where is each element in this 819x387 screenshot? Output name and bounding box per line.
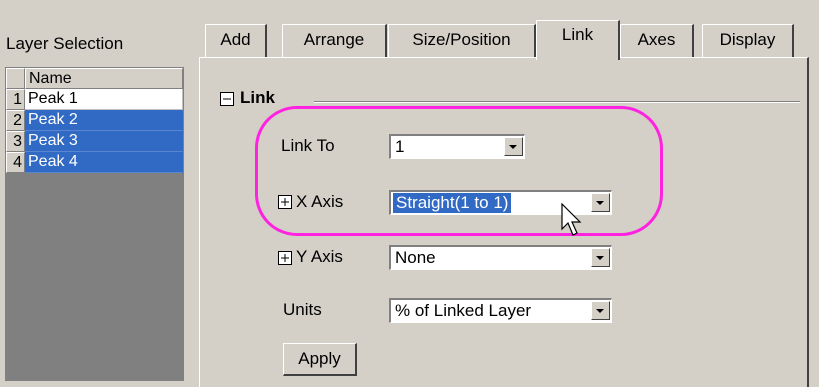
row-index[interactable]: 4	[6, 152, 25, 173]
row-index[interactable]: 3	[6, 131, 25, 152]
tab-link[interactable]: Link	[536, 20, 620, 60]
layer-selection-title: Layer Selection	[6, 34, 124, 53]
units-label: Units	[283, 300, 322, 319]
name-column-header[interactable]: Name	[25, 68, 183, 89]
units-dropdown[interactable]: % of Linked Layer	[389, 298, 612, 323]
table-row[interactable]: 1 Peak 1	[6, 89, 183, 110]
tab-add[interactable]: Add	[205, 24, 267, 58]
y-axis-dropdown[interactable]: None	[389, 245, 612, 270]
chevron-down-icon[interactable]	[591, 193, 610, 212]
y-axis-label: Y Axis	[296, 247, 343, 266]
layer-name-cell[interactable]: Peak 4	[25, 152, 183, 173]
tab-display[interactable]: Display	[702, 24, 794, 58]
row-index[interactable]: 1	[6, 89, 25, 110]
link-to-label: Link To	[281, 136, 335, 155]
link-to-value: 1	[395, 137, 405, 156]
expand-icon[interactable]	[278, 251, 292, 265]
table-row[interactable]: 2 Peak 2	[6, 110, 183, 131]
expand-icon[interactable]	[278, 195, 292, 209]
link-to-dropdown[interactable]: 1	[389, 134, 525, 159]
tab-axes[interactable]: Axes	[620, 24, 694, 58]
section-divider	[314, 101, 800, 103]
apply-button[interactable]: Apply	[283, 343, 357, 376]
table-row[interactable]: 4 Peak 4	[6, 152, 183, 173]
layer-name-cell[interactable]: Peak 3	[25, 131, 183, 152]
collapse-icon[interactable]	[220, 92, 234, 106]
table-row[interactable]: 3 Peak 3	[6, 131, 183, 152]
row-index[interactable]: 2	[6, 110, 25, 131]
chevron-down-icon[interactable]	[591, 301, 610, 320]
y-axis-value: None	[395, 248, 436, 267]
chevron-down-icon[interactable]	[504, 137, 523, 156]
link-tab-panel	[199, 57, 809, 387]
link-section-title: Link	[240, 88, 275, 107]
tab-size-position[interactable]: Size/Position	[388, 24, 536, 58]
tab-arrange[interactable]: Arrange	[282, 24, 387, 58]
chevron-down-icon[interactable]	[591, 248, 610, 267]
grid-corner	[6, 68, 25, 89]
x-axis-value: Straight(1 to 1)	[391, 192, 513, 214]
grid-header-row: Name	[6, 68, 183, 89]
layer-grid[interactable]: Name 1 Peak 1 2 Peak 2 3 Peak 3 4 Peak 4	[5, 67, 184, 381]
layer-name-cell[interactable]: Peak 2	[25, 110, 183, 131]
units-value: % of Linked Layer	[395, 301, 532, 320]
mouse-cursor-icon	[561, 203, 582, 236]
x-axis-label: X Axis	[296, 192, 344, 211]
layer-name-cell[interactable]: Peak 1	[25, 89, 183, 110]
